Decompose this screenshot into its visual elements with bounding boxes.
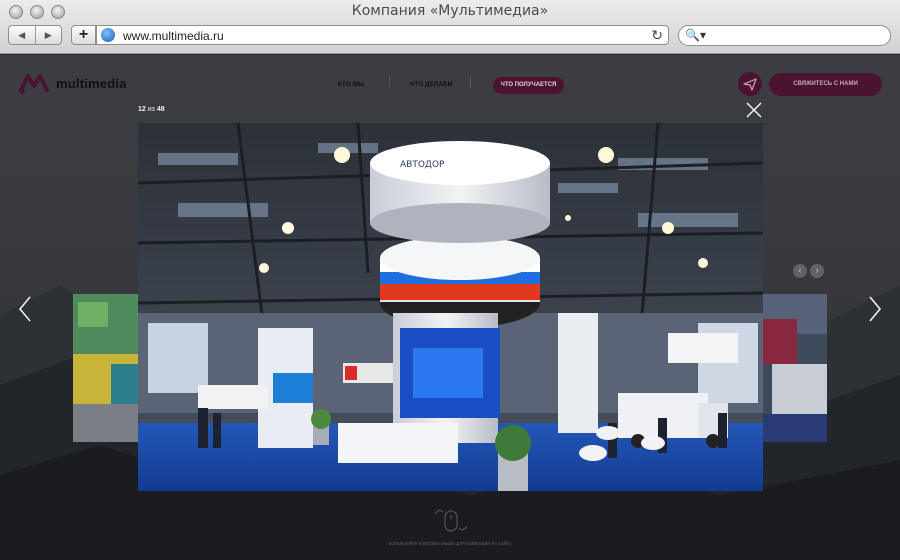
address-bar[interactable]: www.multimedia.ru ↻	[96, 25, 669, 45]
url-text: www.multimedia.ru	[123, 29, 224, 43]
next-slide-preview[interactable]	[762, 294, 827, 442]
nav-item-who[interactable]: КТО МЫ	[338, 82, 364, 88]
close-icon[interactable]	[745, 101, 763, 119]
site-logo[interactable]: multimedia	[18, 72, 127, 94]
browser-chrome: Компания «Мультимедиа» ◀ ▶ + www.multime…	[0, 0, 900, 54]
back-arrow-icon: ◀	[18, 29, 26, 40]
counter-of-label: из	[147, 106, 155, 113]
mouse-scroll-icon	[434, 509, 468, 532]
mini-slider-controls: ‹ ›	[793, 264, 824, 278]
scroll-hint-text: используйте колесико мыши для навигации …	[388, 541, 512, 547]
site-viewport: multimedia КТО МЫ ЧТО ДЕЛАЕМ ЧТО ПОЛУЧАЕ…	[0, 55, 900, 560]
contact-us-button[interactable]: СВЯЖИТЕСЬ С НАМИ	[769, 73, 882, 96]
reload-icon[interactable]: ↻	[651, 27, 663, 44]
nav-divider	[389, 76, 390, 88]
mini-next-button[interactable]: ›	[810, 264, 824, 278]
send-message-button[interactable]	[738, 72, 762, 96]
back-button[interactable]: ◀	[9, 26, 35, 44]
plus-icon: +	[78, 26, 89, 43]
exhibition-stand-image: АВТОДОР	[138, 123, 763, 491]
window-title: Компания «Мультимедиа»	[351, 3, 549, 19]
current-index: 12	[138, 106, 146, 113]
next-slide-arrow-icon[interactable]	[866, 295, 884, 323]
globe-icon	[101, 28, 115, 42]
gallery-photo: АВТОДОР	[138, 123, 763, 491]
mini-prev-button[interactable]: ‹	[793, 264, 807, 278]
logo-text: multimedia	[56, 75, 127, 91]
forward-button[interactable]: ▶	[34, 26, 62, 44]
nav-item-result[interactable]: ЧТО ПОЛУЧАЕТСЯ	[493, 77, 564, 94]
nav-divider	[470, 76, 471, 88]
logo-icon	[18, 74, 50, 94]
nav-item-what[interactable]: ЧТО ДЕЛАЕМ	[410, 82, 453, 88]
add-bookmark-button[interactable]: +	[71, 25, 96, 45]
total-count: 48	[156, 106, 165, 113]
previous-slide-preview[interactable]	[73, 294, 138, 442]
forward-arrow-icon: ▶	[44, 29, 52, 40]
paper-plane-icon	[743, 78, 757, 91]
search-icon: 🔍▾	[685, 28, 706, 42]
history-buttons: ◀ ▶	[8, 25, 62, 45]
gallery-counter: 12 из 48	[138, 106, 165, 113]
previous-slide-arrow-icon[interactable]	[16, 295, 34, 323]
search-input[interactable]: 🔍▾	[678, 25, 891, 46]
svg-text:АВТОДОР: АВТОДОР	[400, 160, 445, 170]
